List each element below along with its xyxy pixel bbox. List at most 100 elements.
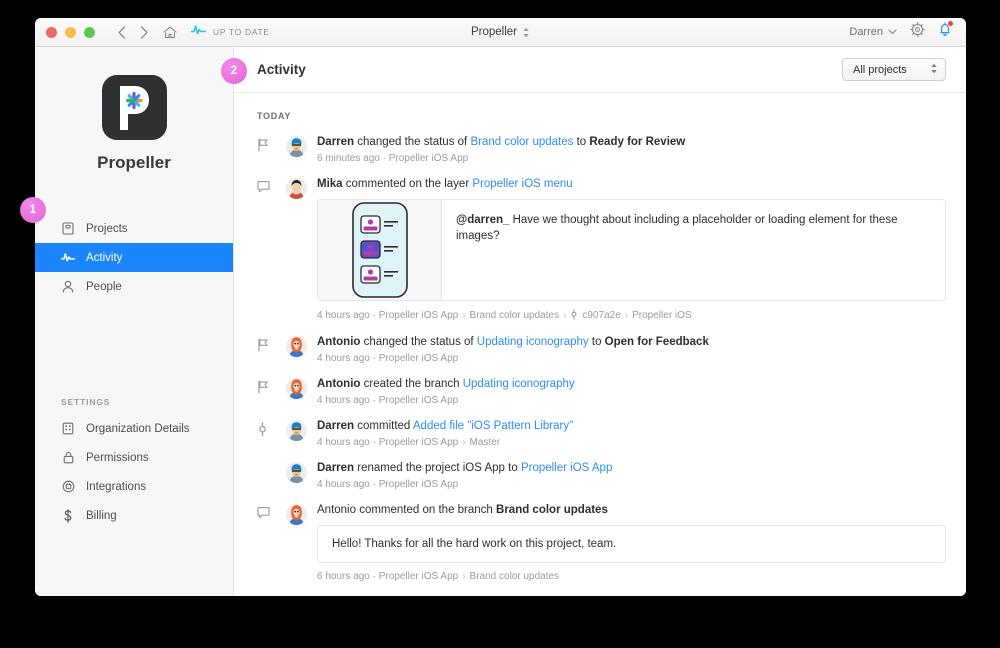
select-stepper-icon	[930, 63, 938, 77]
activity-body: Darren renamed the project iOS App to Pr…	[317, 461, 946, 490]
avatar[interactable]	[286, 378, 307, 399]
sidebar-item-billing[interactable]: Billing	[35, 501, 233, 530]
activity-body: Mika commented on the layer Propeller iO…	[317, 177, 946, 322]
app-body: Propeller Projects Activity People SETTI…	[35, 47, 966, 596]
activity-meta-part: Master	[469, 437, 501, 448]
gear-icon[interactable]	[910, 22, 925, 42]
activity-link[interactable]: Brand color updates	[470, 136, 573, 148]
activity-row[interactable]: Darren committed Added file "iOS Pattern…	[257, 413, 946, 455]
activity-row[interactable]: Mika commented on the layer Propeller iO…	[257, 171, 946, 329]
avatar[interactable]	[286, 336, 307, 357]
notification-badge	[948, 21, 953, 26]
activity-meta-part: 4 hours ago · Propeller iOS App	[317, 479, 459, 490]
primary-nav: Projects Activity People	[35, 214, 233, 301]
comment-thumbnail[interactable]	[318, 200, 442, 300]
activity-sentence: Darren renamed the project iOS App to Pr…	[317, 461, 946, 476]
breadcrumb-separator: ›	[462, 437, 466, 448]
settings-section-header: SETTINGS	[61, 397, 111, 407]
activity-text: commented on the layer	[342, 178, 473, 190]
activity-text: commented on the branch	[356, 504, 497, 516]
nav-buttons	[117, 25, 177, 39]
settings-nav: Organization Details Permissions Integra…	[35, 414, 233, 530]
activity-sentence: Antonio created the branch Updating icon…	[317, 377, 946, 392]
title-bar: UP TO DATE Propeller Darren	[35, 18, 966, 47]
breadcrumb-separator: ›	[462, 571, 466, 582]
sidebar-item-projects[interactable]: Projects	[35, 214, 233, 243]
comment-body: Hello! Thanks for all the hard work on t…	[332, 538, 617, 550]
avatar[interactable]	[286, 136, 307, 157]
minimize-button[interactable]	[65, 26, 76, 38]
avatar[interactable]	[286, 178, 307, 199]
activity-row[interactable]: Antonio created the branch Updating icon…	[257, 371, 946, 413]
org-switcher-icon[interactable]	[522, 27, 530, 38]
activity-text: committed	[354, 420, 413, 432]
avatar[interactable]	[286, 420, 307, 441]
activity-row[interactable]: Antonio changed the status of Updating i…	[257, 329, 946, 371]
sidebar-item-integrations[interactable]: Integrations	[35, 472, 233, 501]
activity-emphasis: Brand color updates	[496, 504, 608, 516]
user-menu[interactable]: Darren	[849, 26, 897, 38]
activity-meta-part: 4 hours ago · Propeller iOS App	[317, 395, 459, 406]
comment-body: @darren_ Have we thought about including…	[456, 214, 898, 242]
activity-emphasis: Darren	[317, 136, 355, 148]
activity-text: renamed the project iOS App to	[354, 462, 521, 474]
activity-row[interactable]: Darren changed the status of Brand color…	[257, 129, 946, 171]
activity-feed: TODAY Darren changed the status of Brand…	[234, 93, 966, 596]
activity-row[interactable]: Antonio commented on the branch Brand co…	[257, 497, 946, 589]
day-separator-label: TODAY	[257, 111, 292, 121]
activity-emphasis: Open for Feedback	[604, 336, 709, 348]
sidebar-item-organization-details[interactable]: Organization Details	[35, 414, 233, 443]
activity-sentence: Darren committed Added file "iOS Pattern…	[317, 419, 946, 434]
propeller-logo-icon	[101, 75, 167, 140]
sidebar-item-label: Organization Details	[86, 422, 190, 435]
back-button[interactable]	[117, 25, 126, 39]
activity-meta-part: Brand color updates	[469, 571, 560, 582]
activity-meta-part: 4 hours ago · Propeller iOS App	[317, 353, 459, 364]
forward-button[interactable]	[140, 25, 149, 39]
activity-meta: 4 hours ago · Propeller iOS App › Brand co…	[317, 309, 946, 322]
activity-meta: 4 hours ago · Propeller iOS App	[317, 395, 946, 406]
avatar[interactable]	[286, 504, 307, 525]
activity-link[interactable]: Propeller iOS App	[521, 462, 612, 474]
activity-link[interactable]: Updating iconography	[477, 336, 589, 348]
content-header: Activity All projects	[234, 47, 966, 93]
sidebar-item-people[interactable]: People	[35, 272, 233, 301]
activity-type-icon	[257, 177, 286, 322]
callout-badge-1: 1	[20, 197, 46, 223]
project-filter-select[interactable]: All projects	[842, 58, 946, 81]
activity-row[interactable]: Darren renamed the project iOS App to Pr…	[257, 455, 946, 497]
sync-status[interactable]: UP TO DATE	[190, 23, 270, 41]
maximize-button[interactable]	[84, 26, 95, 38]
activity-link[interactable]: Propeller iOS menu	[472, 178, 572, 190]
sidebar: Propeller Projects Activity People SETTI…	[35, 47, 234, 596]
window-controls	[35, 26, 95, 38]
activity-meta-part: c907a2e	[582, 310, 621, 321]
activity-link[interactable]: Updating iconography	[463, 378, 575, 390]
notifications-button[interactable]	[938, 21, 953, 42]
activity-meta: 6 minutes ago · Propeller iOS App	[317, 153, 946, 164]
user-menu-label: Darren	[849, 26, 883, 38]
comment-card: @darren_ Have we thought about including…	[317, 199, 946, 301]
home-icon[interactable]	[163, 26, 177, 39]
activity-type-icon	[257, 335, 286, 364]
activity-body: Darren committed Added file "iOS Pattern…	[317, 419, 946, 448]
page-title: Activity	[257, 62, 306, 77]
ios-menu-screen-thumbnail	[351, 202, 408, 298]
comment-mention[interactable]: @darren_	[456, 214, 509, 226]
chevron-down-icon	[888, 29, 897, 35]
close-button[interactable]	[46, 26, 57, 38]
titlebar-right: Darren	[849, 21, 966, 42]
sidebar-item-permissions[interactable]: Permissions	[35, 443, 233, 472]
activity-emphasis: Mika	[317, 178, 343, 190]
avatar[interactable]	[286, 462, 307, 483]
dollar-icon	[61, 508, 75, 523]
activity-meta-part: Brand color updates	[469, 310, 560, 321]
sidebar-item-activity[interactable]: Activity	[35, 243, 233, 272]
sidebar-item-label: Projects	[86, 222, 128, 235]
activity-link[interactable]: Added file "iOS Pattern Library"	[413, 420, 573, 432]
brand-block: Propeller	[35, 47, 233, 173]
activity-meta-part: Propeller iOS	[632, 310, 692, 321]
activity-meta: 4 hours ago · Propeller iOS App	[317, 353, 946, 364]
activity-meta-part: 4 hours ago · Propeller iOS App	[317, 310, 459, 321]
activity-meta-part: 6 minutes ago · Propeller iOS App	[317, 153, 469, 164]
